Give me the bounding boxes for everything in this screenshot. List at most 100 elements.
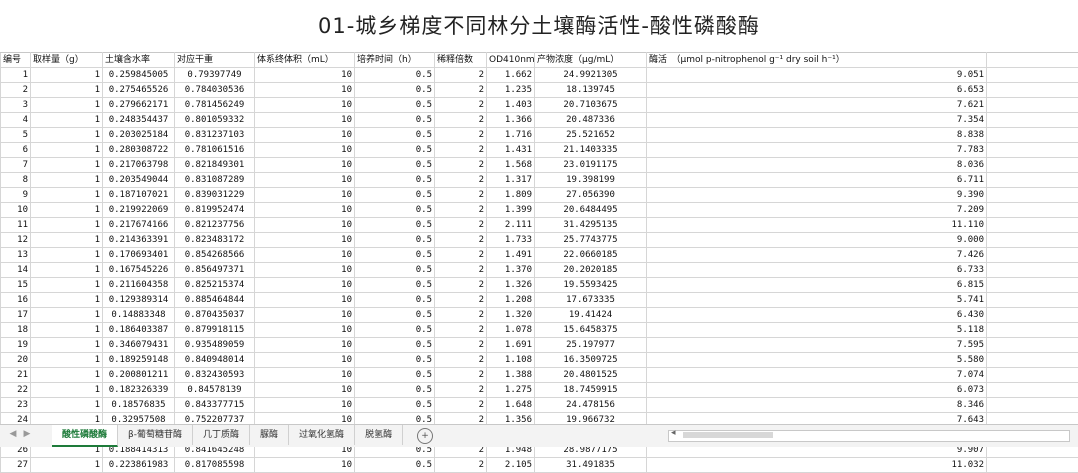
table-cell[interactable]: 1 <box>31 353 103 368</box>
table-cell[interactable]: 1.370 <box>487 263 535 278</box>
table-cell[interactable]: 0.823483172 <box>175 233 255 248</box>
table-cell[interactable]: 2 <box>435 338 487 353</box>
table-cell[interactable]: 13 <box>1 248 31 263</box>
table-cell[interactable]: 10 <box>255 68 355 83</box>
table-cell[interactable]: 20.2020185 <box>535 263 647 278</box>
table-cell[interactable]: 1.317 <box>487 173 535 188</box>
table-cell[interactable]: 0.5 <box>355 98 435 113</box>
table-cell[interactable]: 22.0660185 <box>535 248 647 263</box>
table-cell[interactable]: 0.203549044 <box>103 173 175 188</box>
table-cell[interactable]: 1 <box>31 143 103 158</box>
table-cell[interactable]: 0.832430593 <box>175 368 255 383</box>
header-cell[interactable]: 体系终体积（mL） <box>255 53 355 68</box>
table-cell[interactable]: 0.935489059 <box>175 338 255 353</box>
empty-cell[interactable] <box>987 323 1078 338</box>
empty-cell[interactable] <box>987 188 1078 203</box>
empty-cell[interactable] <box>987 248 1078 263</box>
table-cell[interactable]: 5.118 <box>647 323 987 338</box>
empty-cell[interactable] <box>987 233 1078 248</box>
table-cell[interactable]: 0.182326339 <box>103 383 175 398</box>
table-cell[interactable]: 1.691 <box>487 338 535 353</box>
table-cell[interactable]: 9.390 <box>647 188 987 203</box>
table-cell[interactable]: 0.854268566 <box>175 248 255 263</box>
table-cell[interactable]: 25.7743775 <box>535 233 647 248</box>
table-cell[interactable]: 2 <box>435 458 487 473</box>
empty-cell[interactable] <box>987 68 1078 83</box>
table-cell[interactable]: 6.733 <box>647 263 987 278</box>
table-cell[interactable]: 0.5 <box>355 263 435 278</box>
table-cell[interactable]: 0.879918115 <box>175 323 255 338</box>
table-cell[interactable]: 2 <box>435 368 487 383</box>
header-cell[interactable]: 酶活 （μmol p-nitrophenol g⁻¹ dry soil h⁻¹） <box>647 53 987 68</box>
table-cell[interactable]: 0.5 <box>355 233 435 248</box>
table-cell[interactable]: 21 <box>1 368 31 383</box>
table-cell[interactable]: 18 <box>1 323 31 338</box>
table-cell[interactable]: 0.781061516 <box>175 143 255 158</box>
empty-cell[interactable] <box>987 308 1078 323</box>
table-cell[interactable]: 0.186403387 <box>103 323 175 338</box>
table-cell[interactable]: 17.673335 <box>535 293 647 308</box>
table-cell[interactable]: 10 <box>255 308 355 323</box>
table-cell[interactable]: 1 <box>31 98 103 113</box>
table-cell[interactable]: 0.5 <box>355 293 435 308</box>
table-cell[interactable]: 0.839031229 <box>175 188 255 203</box>
table-cell[interactable]: 19.5593425 <box>535 278 647 293</box>
table-cell[interactable]: 0.14883348 <box>103 308 175 323</box>
table-cell[interactable]: 1 <box>31 83 103 98</box>
table-cell[interactable]: 2 <box>435 143 487 158</box>
table-cell[interactable]: 16 <box>1 293 31 308</box>
table-cell[interactable]: 7.783 <box>647 143 987 158</box>
table-cell[interactable]: 9.000 <box>647 233 987 248</box>
table-cell[interactable]: 10 <box>255 113 355 128</box>
sheet-tab-catalase[interactable]: 过氧化氢酶 <box>289 425 355 445</box>
table-cell[interactable]: 2 <box>435 293 487 308</box>
table-cell[interactable]: 1 <box>31 188 103 203</box>
table-cell[interactable]: 1.733 <box>487 233 535 248</box>
table-cell[interactable]: 0.203025184 <box>103 128 175 143</box>
table-cell[interactable]: 1 <box>31 383 103 398</box>
table-cell[interactable]: 1 <box>31 218 103 233</box>
table-cell[interactable]: 10 <box>255 233 355 248</box>
table-cell[interactable]: 1.320 <box>487 308 535 323</box>
table-cell[interactable]: 10 <box>1 203 31 218</box>
table-cell[interactable]: 9.051 <box>647 68 987 83</box>
table-cell[interactable]: 5.741 <box>647 293 987 308</box>
table-cell[interactable]: 19.41424 <box>535 308 647 323</box>
table-cell[interactable]: 1 <box>31 158 103 173</box>
table-cell[interactable]: 0.214363391 <box>103 233 175 248</box>
scroll-thumb[interactable] <box>683 432 773 438</box>
sheet-tab-urease[interactable]: 脲酶 <box>250 425 289 445</box>
table-cell[interactable]: 1 <box>31 173 103 188</box>
table-cell[interactable]: 7.595 <box>647 338 987 353</box>
header-cell[interactable]: 取样量（g） <box>31 53 103 68</box>
table-cell[interactable]: 18.139745 <box>535 83 647 98</box>
table-cell[interactable]: 0.843377715 <box>175 398 255 413</box>
table-cell[interactable]: 31.491835 <box>535 458 647 473</box>
table-cell[interactable]: 0.5 <box>355 158 435 173</box>
table-cell[interactable]: 0.5 <box>355 113 435 128</box>
table-cell[interactable]: 0.84578139 <box>175 383 255 398</box>
table-cell[interactable]: 2 <box>435 128 487 143</box>
table-cell[interactable]: 1 <box>31 278 103 293</box>
table-cell[interactable]: 7.209 <box>647 203 987 218</box>
table-cell[interactable]: 20.7103675 <box>535 98 647 113</box>
table-cell[interactable]: 0.821849301 <box>175 158 255 173</box>
table-cell[interactable]: 23 <box>1 398 31 413</box>
table-cell[interactable]: 23.0191175 <box>535 158 647 173</box>
table-cell[interactable]: 0.346079431 <box>103 338 175 353</box>
header-cell[interactable]: OD410nm <box>487 53 535 68</box>
header-cell[interactable]: 产物浓度（μg/mL） <box>535 53 647 68</box>
table-cell[interactable]: 0.801059332 <box>175 113 255 128</box>
table-cell[interactable]: 1 <box>31 113 103 128</box>
table-cell[interactable]: 7.426 <box>647 248 987 263</box>
table-cell[interactable]: 0.840948014 <box>175 353 255 368</box>
table-cell[interactable]: 1 <box>1 68 31 83</box>
table-cell[interactable]: 2 <box>435 98 487 113</box>
table-cell[interactable]: 2 <box>435 383 487 398</box>
table-cell[interactable]: 0.129389314 <box>103 293 175 308</box>
table-cell[interactable]: 1.366 <box>487 113 535 128</box>
table-cell[interactable]: 1 <box>31 263 103 278</box>
table-cell[interactable]: 19.398199 <box>535 173 647 188</box>
table-cell[interactable]: 31.4295135 <box>535 218 647 233</box>
header-cell[interactable]: 培养时间（h） <box>355 53 435 68</box>
